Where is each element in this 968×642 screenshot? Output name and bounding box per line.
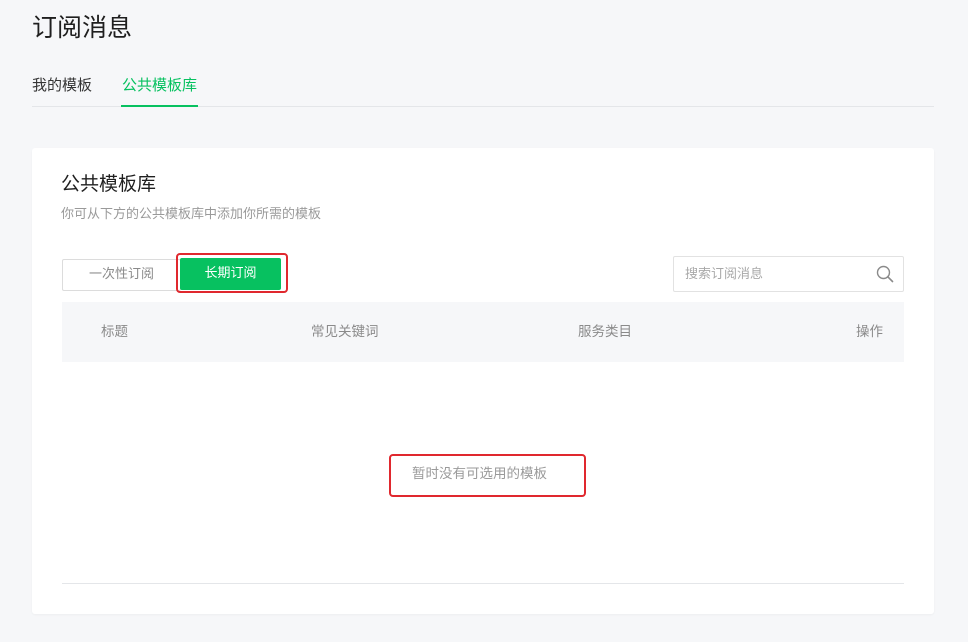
long-term-subscription-button[interactable]: 长期订阅 (180, 258, 281, 290)
column-header-actions: 操作 (856, 324, 883, 340)
column-header-category: 服务类目 (578, 324, 632, 340)
table-bottom-divider (62, 583, 904, 584)
search-input[interactable] (674, 257, 864, 291)
one-time-subscription-button[interactable]: 一次性订阅 (62, 259, 181, 291)
card-description: 你可从下方的公共模板库中添加你所需的模板 (61, 207, 322, 222)
card-title: 公共模板库 (61, 173, 157, 195)
column-header-keywords: 常见关键词 (311, 324, 379, 340)
column-header-title: 标题 (101, 324, 128, 340)
page: 订阅消息 我的模板 公共模板库 公共模板库 你可从下方的公共模板库中添加你所需的… (0, 0, 968, 642)
tab-my-templates[interactable]: 我的模板 (32, 68, 92, 107)
public-library-card: 公共模板库 你可从下方的公共模板库中添加你所需的模板 一次性订阅 长期订阅 标题… (32, 148, 934, 614)
search-icon[interactable] (876, 265, 894, 283)
tab-bar: 我的模板 公共模板库 (32, 68, 934, 107)
tab-public-library[interactable]: 公共模板库 (121, 68, 199, 107)
search-box (673, 256, 904, 292)
empty-state-text: 暂时没有可选用的模板 (412, 466, 547, 482)
page-title: 订阅消息 (32, 13, 133, 42)
table-header: 标题 常见关键词 服务类目 操作 (62, 302, 904, 362)
